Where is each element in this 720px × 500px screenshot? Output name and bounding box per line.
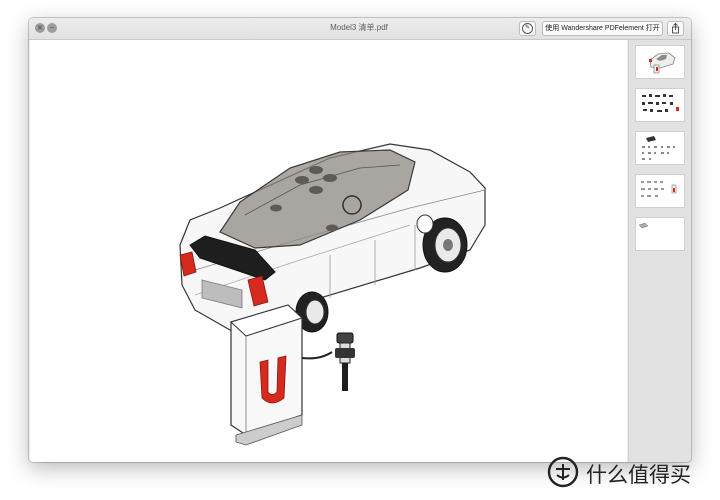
- thumbnail-parts-image: [641, 181, 677, 197]
- page-thumbnail-2[interactable]: [635, 88, 685, 122]
- thumbnail-part-image: [638, 222, 649, 229]
- thumbnail-parts-image: [642, 94, 679, 112]
- page-thumbnail-5[interactable]: [635, 217, 685, 251]
- markup-button[interactable]: ✎: [519, 21, 536, 36]
- thumbnail-parts-image: [642, 136, 675, 160]
- document-page[interactable]: [30, 40, 627, 462]
- page-thumbnail-4[interactable]: [635, 174, 685, 208]
- zhide-logo-icon: [547, 456, 579, 488]
- markup-pen-icon: ✎: [522, 23, 533, 34]
- watermark-text: 什么值得买: [586, 464, 691, 487]
- page-thumbnail-3[interactable]: [635, 131, 685, 165]
- open-with-pdfelement-button[interactable]: 使用 Wandershare PDFelement 打开: [542, 21, 663, 36]
- title-bar: × – Model3 清单.pdf ✎ 使用 Wandershare PDFel…: [29, 18, 691, 40]
- thumbnail-car-image: [649, 52, 676, 74]
- thumbnail-sidebar: [628, 40, 691, 462]
- close-window-icon[interactable]: ×: [35, 23, 45, 33]
- page-thumbnail-1[interactable]: [635, 45, 685, 79]
- share-button[interactable]: [667, 21, 684, 36]
- window-title: Model3 清单.pdf: [330, 23, 388, 32]
- share-icon: [672, 22, 679, 34]
- car-illustration: [179, 143, 486, 446]
- minimize-window-icon[interactable]: –: [47, 23, 57, 33]
- preview-window: × – Model3 清单.pdf ✎ 使用 Wandershare PDFel…: [29, 18, 691, 462]
- site-watermark: 什么值得买: [546, 456, 716, 488]
